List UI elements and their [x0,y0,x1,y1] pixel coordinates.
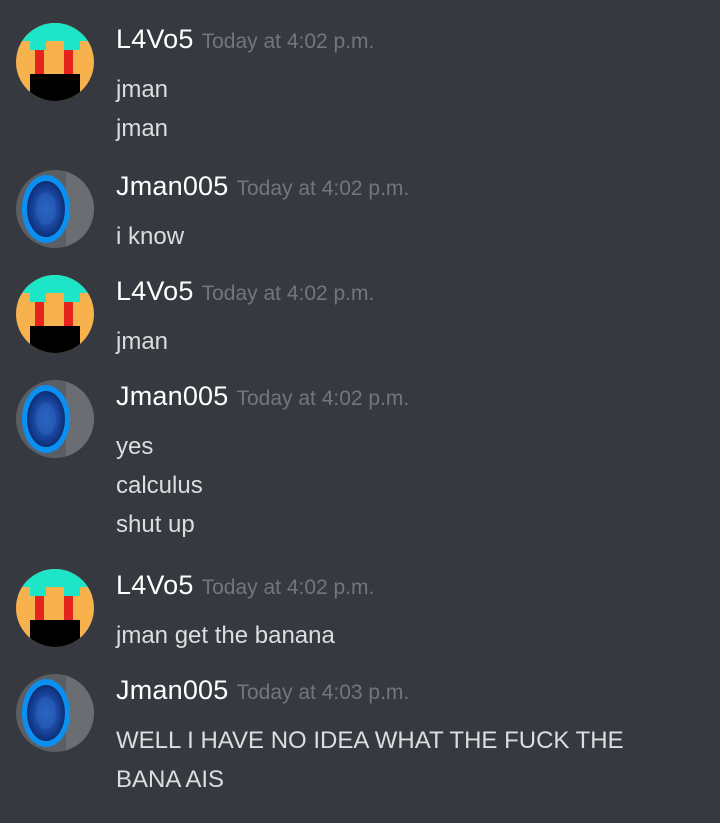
message-text: i know [116,223,185,250]
message-header: Jman005 Today at 4:02 p.m. [116,379,409,418]
username[interactable]: L4Vo5 [116,276,194,306]
message-lines: jman [116,322,696,361]
message-header: L4Vo5 Today at 4:02 p.m. [116,274,374,313]
message-header: Jman005 Today at 4:03 p.m. [116,673,409,712]
message-text: jman [116,76,169,103]
timestamp: Today at 4:02 p.m. [236,387,410,410]
username[interactable]: Jman005 [116,381,228,411]
message-header: L4Vo5 Today at 4:02 p.m. [116,22,374,61]
timestamp: Today at 4:02 p.m. [201,576,375,599]
timestamp: Today at 4:02 p.m. [236,177,410,200]
blue-portal-icon[interactable] [16,170,94,248]
timestamp: Today at 4:02 p.m. [201,30,375,53]
message-lines: WELL I HAVE NO IDEA WHAT THE FUCK THE BA… [116,721,676,799]
message-text: jman [116,328,169,355]
message-header: Jman005 Today at 4:02 p.m. [116,169,409,208]
username[interactable]: L4Vo5 [116,24,194,54]
message-lines: yes calculus shut up [116,427,696,544]
pixel-face-icon[interactable] [16,275,94,353]
message-text: yes [116,433,154,460]
username[interactable]: L4Vo5 [116,570,194,600]
username[interactable]: Jman005 [116,675,228,705]
message-text: jman get the banana [116,622,335,649]
message-lines: jman get the banana [116,616,696,655]
pixel-face-icon[interactable] [16,23,94,101]
chat-messages: L4Vo5 Today at 4:02 p.m. jman jman Jman0… [0,0,720,823]
timestamp: Today at 4:03 p.m. [236,681,410,704]
username[interactable]: Jman005 [116,171,228,201]
message-text: jman [116,115,169,142]
pixel-face-icon[interactable] [16,569,94,647]
message-lines: jman jman [116,70,696,148]
message-lines: i know [116,217,696,256]
message-text: shut up [116,511,195,538]
blue-portal-icon[interactable] [16,674,94,752]
blue-portal-icon[interactable] [16,380,94,458]
message-header: L4Vo5 Today at 4:02 p.m. [116,568,374,607]
timestamp: Today at 4:02 p.m. [201,282,375,305]
message-text: WELL I HAVE NO IDEA WHAT THE FUCK THE BA… [116,727,631,793]
message-text: calculus [116,472,203,499]
